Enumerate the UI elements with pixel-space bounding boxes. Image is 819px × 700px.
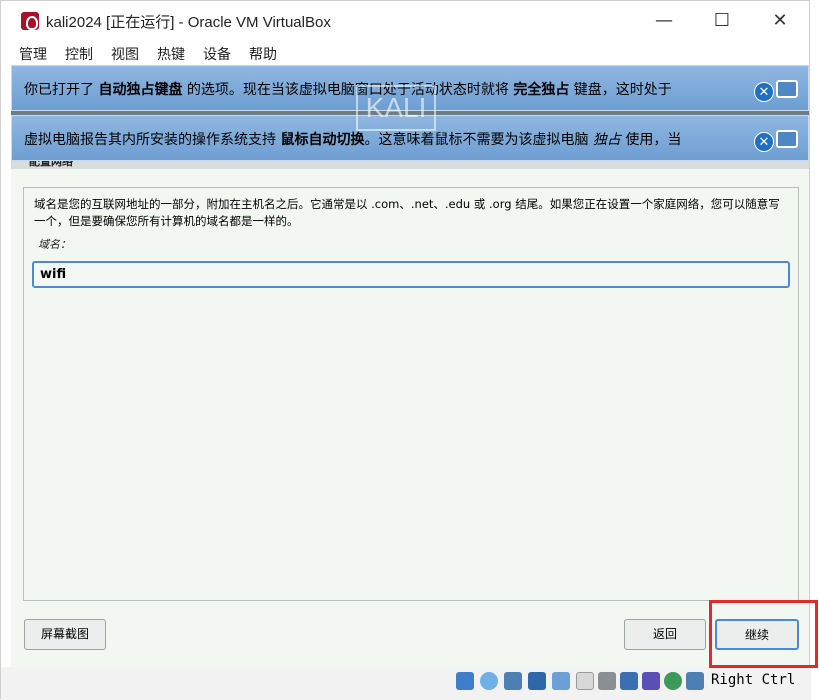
capture-icon[interactable] [620, 672, 638, 690]
notice-text: 虚拟电脑报告其内所安装的操作系统支持 [24, 132, 281, 148]
maximize-button[interactable]: ☐ [702, 7, 742, 35]
do-not-show-again-icon[interactable] [776, 130, 798, 148]
menu-help[interactable]: 帮助 [249, 44, 277, 64]
notice-controls: ✕ [754, 78, 798, 102]
menu-view[interactable]: 视图 [111, 44, 139, 64]
installer-screen: 配置网络 域名是您的互联网地址的一部分，附加在主机名之后。它通常是以 .com、… [11, 147, 809, 667]
keyboard-icon[interactable] [686, 672, 704, 690]
menu-control[interactable]: 控制 [65, 44, 93, 64]
menu-devices[interactable]: 设备 [203, 44, 231, 64]
notice-text: 键盘，这时处于 [569, 82, 672, 98]
close-button[interactable]: ✕ [760, 7, 800, 35]
content-panel: 域名是您的互联网地址的一部分，附加在主机名之后。它通常是以 .com、.net、… [23, 187, 799, 601]
optical-icon[interactable] [480, 672, 498, 690]
notice-emphasis: 自动独占键盘 [98, 82, 183, 98]
do-not-show-again-icon[interactable] [776, 80, 798, 98]
host-key-label: Right Ctrl [711, 672, 796, 688]
notice-text: 的选项。现在当该虚拟电脑窗口处于活动状态时就将 [182, 82, 514, 98]
network-icon[interactable] [528, 672, 546, 690]
annotation-highlight-box [709, 600, 818, 668]
notice-text: 。这意味着鼠标不需要为该虚拟电脑 [364, 132, 593, 148]
mouse-integration-icon[interactable] [664, 672, 682, 690]
description-text: 域名是您的互联网地址的一部分，附加在主机名之后。它通常是以 .com、.net、… [34, 197, 780, 228]
status-bar: Right Ctrl [1, 667, 811, 700]
notice-text: 使用，当 [620, 132, 682, 148]
menu-manage[interactable]: 管理 [19, 44, 47, 64]
disk-icon[interactable] [456, 672, 474, 690]
virtualbox-app-icon [21, 12, 39, 30]
kali-logo-watermark: KALI [356, 85, 436, 131]
notice-emphasis: 鼠标自动切换 [280, 132, 365, 148]
close-notice-icon[interactable]: ✕ [754, 82, 774, 102]
usb-icon[interactable] [552, 672, 570, 690]
virtualbox-window: kali2024 [正在运行] - Oracle VM VirtualBox —… [0, 0, 818, 700]
menu-bar: 管理 控制 视图 热键 设备 帮助 [1, 41, 809, 65]
screenshot-button[interactable]: 屏幕截图 [24, 619, 106, 650]
shared-folder-icon[interactable] [576, 672, 594, 690]
domain-name-input[interactable] [32, 261, 790, 288]
back-button[interactable]: 返回 [624, 619, 706, 650]
notice-text: 你已打开了 [24, 82, 99, 98]
cpu-icon[interactable] [642, 672, 660, 690]
menu-hotkeys[interactable]: 热键 [157, 44, 185, 64]
display-icon[interactable] [598, 672, 616, 690]
audio-icon[interactable] [504, 672, 522, 690]
close-notice-icon[interactable]: ✕ [754, 132, 774, 152]
domain-field-label: 域名： [38, 238, 71, 251]
title-bar: kali2024 [正在运行] - Oracle VM VirtualBox —… [1, 1, 809, 41]
window-title: kali2024 [正在运行] - Oracle VM VirtualBox [46, 14, 331, 31]
notice-emphasis: 独占 [592, 132, 621, 148]
vm-display[interactable]: 配置网络 域名是您的互联网地址的一部分，附加在主机名之后。它通常是以 .com、… [11, 65, 809, 667]
notice-emphasis: 完全独占 [513, 82, 570, 98]
minimize-button[interactable]: — [644, 7, 684, 35]
notice-controls: ✕ [754, 128, 798, 152]
